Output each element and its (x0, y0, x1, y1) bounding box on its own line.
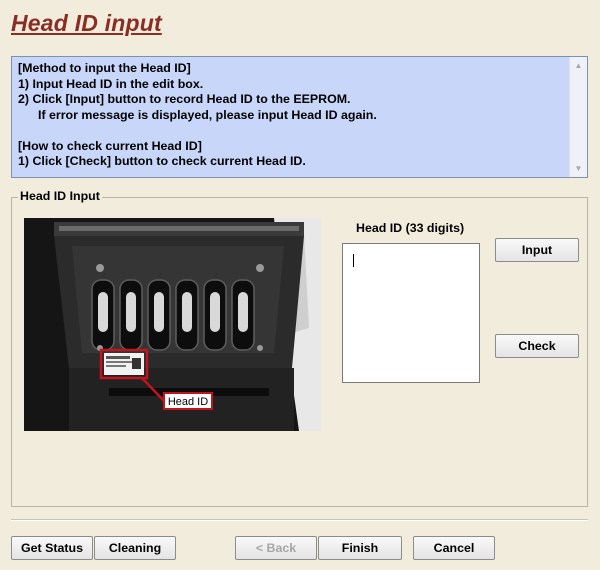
check-button[interactable]: Check (495, 334, 579, 358)
group-label: Head ID Input (18, 189, 102, 203)
get-status-button[interactable]: Get Status (11, 536, 93, 560)
cleaning-button[interactable]: Cleaning (94, 536, 176, 560)
instruction-line: [Method to input the Head ID] (18, 61, 191, 75)
head-id-edit-box[interactable] (342, 243, 480, 383)
instructions-scrollbar[interactable]: ▲ ▼ (569, 57, 587, 177)
instruction-line: 2) Click [Input] button to record Head I… (18, 92, 351, 106)
scroll-up-icon[interactable]: ▲ (570, 57, 587, 74)
back-button[interactable]: < Back (235, 536, 317, 560)
input-button[interactable]: Input (495, 238, 579, 262)
head-id-field-label: Head ID (33 digits) (356, 221, 465, 235)
finish-button[interactable]: Finish (318, 536, 402, 560)
instructions-box[interactable]: [Method to input the Head ID] 1) Input H… (11, 56, 588, 178)
head-id-input-group: Head ID Input Head ID Head ID (33 digits… (11, 189, 588, 507)
instruction-line: If error message is displayed, please in… (38, 107, 377, 122)
cancel-button[interactable]: Cancel (413, 536, 495, 560)
instructions-text: [Method to input the Head ID] 1) Input H… (18, 61, 567, 170)
instruction-line: 1) Click [Check] button to check current… (18, 154, 306, 168)
instruction-line (18, 123, 567, 139)
instruction-line: 1) Input Head ID in the edit box. (18, 76, 204, 91)
scroll-down-icon[interactable]: ▼ (570, 160, 587, 177)
instruction-line: [How to check current Head ID] (18, 138, 202, 153)
head-id-callout: Head ID (168, 396, 208, 408)
text-caret (353, 254, 354, 267)
printhead-illustration: Head ID (24, 218, 321, 431)
page-title: Head ID input (11, 10, 162, 36)
printhead-photo: Head ID (24, 218, 321, 431)
footer-separator (11, 519, 588, 521)
